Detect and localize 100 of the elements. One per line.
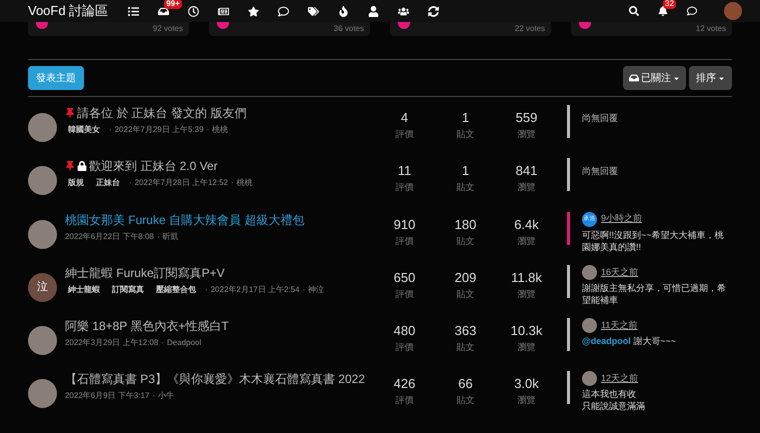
poll-votes: 12 votes	[696, 24, 726, 34]
user-avatar[interactable]	[724, 2, 742, 20]
poll-votes: 36 votes	[334, 24, 364, 34]
stat-label: 評價	[396, 394, 414, 406]
author-link[interactable]: 桃桃	[212, 124, 228, 136]
reply-time-link[interactable]: 12天之前	[601, 372, 638, 386]
user-icon[interactable]	[368, 6, 380, 16]
star-icon[interactable]	[248, 6, 260, 16]
stat-count: 559	[516, 110, 538, 126]
stat-count: 11.8k	[511, 270, 542, 286]
stat-label: 貼文	[456, 128, 474, 140]
meta-separator: ·	[206, 124, 210, 136]
letter-avatar[interactable]: 泣	[28, 272, 57, 302]
sort-button[interactable]: 排序	[689, 66, 732, 90]
list-icon[interactable]	[128, 6, 140, 16]
caret-icon	[718, 74, 725, 82]
meta-separator: ·	[156, 230, 160, 243]
stat-label: 瀏覽	[518, 341, 536, 354]
poll-votes: 22 votes	[514, 24, 545, 34]
topic-tag[interactable]: 版規	[64, 177, 87, 190]
users-icon[interactable]	[398, 6, 410, 16]
photo-placeholder[interactable]	[28, 166, 57, 196]
topic-tag[interactable]: 韓國美女	[64, 124, 103, 136]
reply-time-link[interactable]: 11天之前	[601, 318, 638, 332]
stat-count: 910	[394, 216, 416, 233]
stat-count: 426	[394, 376, 416, 392]
inbox-icon[interactable]	[158, 6, 170, 16]
stat-count: 10.3k	[510, 323, 542, 340]
photo-placeholder[interactable]	[28, 379, 57, 408]
chat-icon[interactable]	[278, 6, 290, 16]
search-icon[interactable]	[629, 6, 639, 16]
stat-label: 瀏覽	[518, 288, 536, 300]
author-link[interactable]: 桃桃	[236, 177, 253, 190]
author-link[interactable]: 昕凱	[162, 230, 179, 243]
topic-title-link[interactable]: 歡迎來到 正妹台 2.0 Ver	[88, 158, 218, 174]
stat-count: 650	[394, 270, 416, 286]
stat-count: 11	[398, 163, 412, 180]
refresh-icon[interactable]	[428, 6, 440, 16]
tags-icon[interactable]	[308, 6, 320, 16]
author-link[interactable]: 神泣	[308, 284, 324, 296]
inbox-icon	[629, 73, 639, 83]
stat-label: 瀏覽	[518, 128, 536, 140]
reply-time-link[interactable]: 16天之前	[601, 266, 638, 280]
topic-date: 2022年6月22日 下午8:08	[64, 230, 154, 243]
photo-placeholder[interactable]	[582, 318, 597, 334]
topic-tag[interactable]: 正妹台	[92, 177, 123, 190]
topic-tag[interactable]: 紳士龍蝦	[64, 284, 103, 296]
stat-label: 評價	[396, 234, 414, 247]
stat-count: 3.0k	[514, 376, 539, 392]
topic-title-link[interactable]: 紳士龍蝦 Furuke訂閱寫真P+V	[64, 264, 225, 281]
notification-icon[interactable]	[658, 6, 668, 16]
stat-label: 瀏覽	[518, 234, 536, 247]
topic-title-link[interactable]: 【石體寫真書 P3】《與你襄愛》木木襄石體寫真書 2022	[64, 371, 365, 388]
photo-placeholder[interactable]	[582, 264, 597, 280]
topic-tag[interactable]: 訂閱寫真	[108, 284, 147, 296]
photo-placeholder[interactable]	[28, 220, 57, 249]
no-reply-text: 尚無回覆	[582, 166, 618, 176]
topic-date: 2022年2月17日 上午2:54	[210, 284, 300, 296]
stat-count: 209	[454, 270, 476, 286]
stat-label: 貼文	[456, 394, 474, 406]
poll-votes: 92 votes	[152, 24, 183, 34]
stat-count: 363	[454, 323, 476, 340]
topic-date: 2022年6月9日 下午3:17	[64, 390, 150, 402]
reply-text: @deadpool 謝大哥~~~	[582, 335, 678, 348]
newspaper-icon[interactable]	[218, 6, 230, 16]
meta-separator: ·	[152, 390, 156, 402]
topic-tag[interactable]: 壓縮整合包	[152, 284, 199, 296]
reply-text: 謝謝版主無私分享，可惜已過期，希望能補車	[582, 282, 727, 306]
notification-badge: 32	[663, 0, 676, 9]
meta-separator: ·	[231, 177, 234, 190]
brand-title[interactable]: VooFd 討論區	[28, 1, 108, 21]
chat-icon[interactable]	[687, 6, 697, 16]
topic-title-link[interactable]: 桃園女那美 Furuke 自購大辣會員 超級大禮包	[64, 212, 304, 228]
watching-button[interactable]: 已關注	[623, 66, 686, 90]
clock-icon[interactable]	[188, 6, 200, 16]
stat-label: 貼文	[456, 181, 474, 194]
stat-label: 貼文	[456, 234, 474, 247]
author-link[interactable]: 小牛	[158, 390, 174, 402]
reply-text: 只能說誠意滿滿	[582, 400, 646, 412]
author-link[interactable]: Deadpool	[167, 337, 202, 350]
stat-count: 180	[454, 216, 476, 233]
mention-link[interactable]: @deadpool	[582, 336, 631, 346]
reply-time-link[interactable]: 9小時之前	[601, 212, 642, 226]
stat-label: 瀏覽	[518, 181, 536, 194]
topic-title-link[interactable]: 阿樂 18+8P 黑色內衣+性感白T	[64, 318, 229, 334]
fire-icon[interactable]	[338, 6, 350, 16]
meta-separator: ·	[204, 284, 208, 296]
stat-count: 4	[400, 110, 408, 126]
photo-placeholder[interactable]	[28, 326, 57, 356]
photo-placeholder[interactable]	[28, 113, 57, 142]
stat-label: 瀏覽	[518, 394, 536, 406]
meta-separator: ·	[108, 124, 112, 136]
stat-count: 841	[516, 163, 538, 180]
photo-placeholder[interactable]	[582, 371, 597, 386]
reply-text: 可惡啊!!沒跟到~~希望大大補車，桃園娜美真的讚!!	[582, 228, 725, 253]
stat-count: 66	[458, 376, 473, 392]
stat-count: 1	[462, 163, 470, 180]
topic-title-link[interactable]: 請各位 於 正妹台 發文的 版友們	[76, 105, 246, 121]
topic-date: 2022年3月29日 上午12:08	[64, 337, 158, 350]
meta-separator: ·	[128, 177, 132, 190]
